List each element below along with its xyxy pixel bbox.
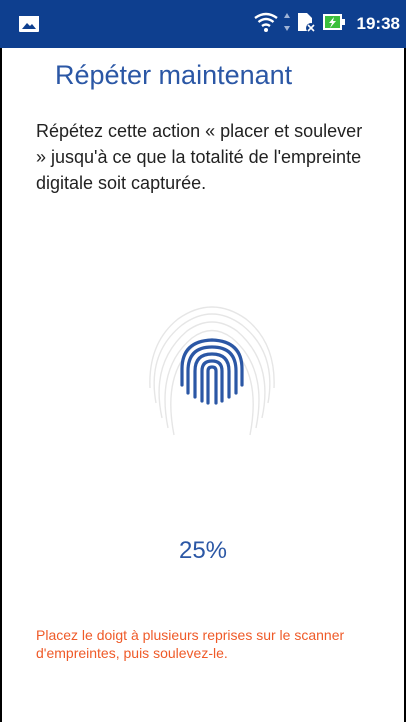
- fingerprint-icon: [142, 303, 282, 448]
- battery-charging-icon: [321, 11, 347, 38]
- sim-icon: [295, 11, 317, 38]
- status-bar: 19:38: [0, 0, 406, 48]
- status-icons: 19:38: [253, 12, 400, 36]
- instruction-text: Répétez cette action « placer et souleve…: [36, 121, 363, 193]
- page-title: Répéter maintenant: [55, 60, 293, 90]
- hint-text: Placez le doigt à plusieurs reprises sur…: [36, 627, 345, 661]
- image-icon: [18, 15, 40, 33]
- progress-percentage: 25%: [178, 537, 228, 564]
- wifi-icon: [253, 11, 279, 38]
- status-time: 19:38: [356, 14, 400, 33]
- fingerprint-enroll-screen: Répéter maintenant Répétez cette action …: [0, 48, 406, 722]
- data-arrows-icon: [283, 11, 291, 38]
